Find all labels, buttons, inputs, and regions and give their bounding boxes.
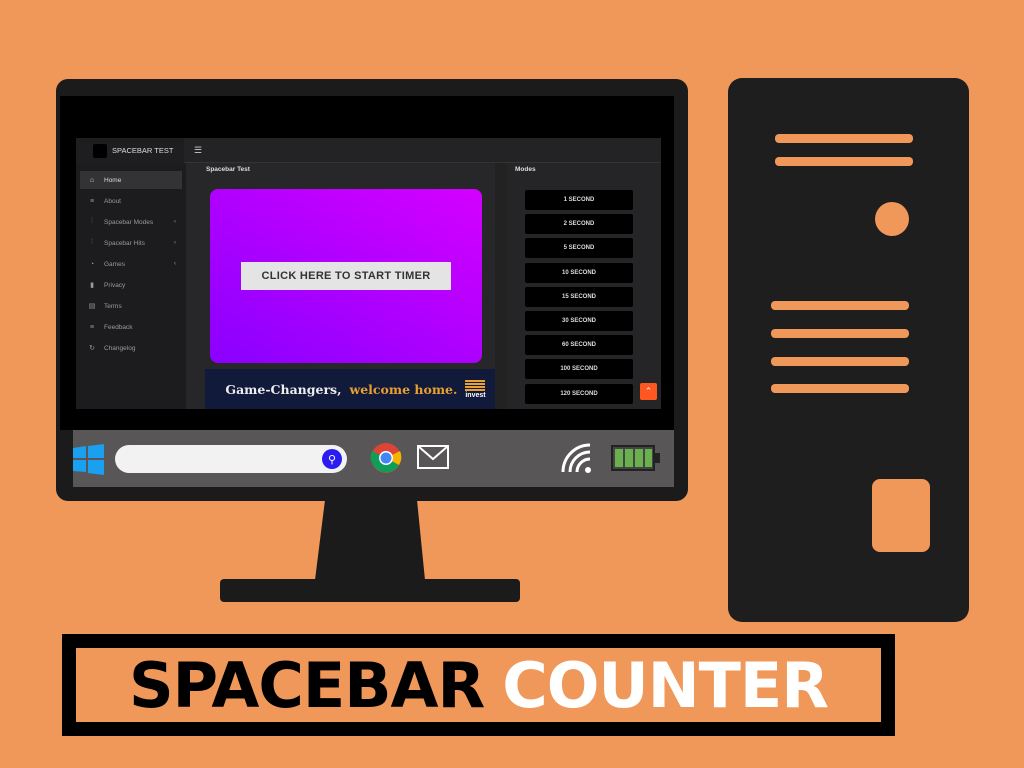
sidebar: ⌂ Home ≡ About ⫶ Spacebar Modes ‹ ⫶ Spacebar Hit… (76, 163, 186, 409)
spacebar-test-app: SPACEBAR TEST ☰ ⌂ Home ≡ About ⫶ Spacebar Mod… (76, 138, 661, 409)
modes-title: Modes (515, 166, 536, 173)
wifi-icon[interactable] (560, 442, 594, 474)
mode-button[interactable]: 100 SECOND (525, 359, 633, 380)
logo (93, 143, 107, 158)
mode-button[interactable]: 5 SECOND (525, 238, 633, 259)
palette-icon: ◔ (89, 260, 95, 268)
sidebar-item-label: Changelog (104, 344, 136, 352)
sidebar-item-label: Privacy (104, 281, 126, 289)
mode-button[interactable]: 10 SECOND (525, 262, 633, 283)
mail-icon[interactable] (417, 445, 449, 469)
sliders-icon: ⫶ (91, 218, 93, 225)
brand-name: SPACEBAR TEST (112, 146, 174, 155)
sidebar-item-label: Home (104, 176, 122, 184)
search-input[interactable]: ⚲ (115, 445, 347, 473)
sidebar-item-about[interactable]: ≡ About (80, 192, 182, 210)
sidebar-item-label: Spacebar Modes (104, 218, 154, 226)
mode-button[interactable]: 30 SECOND (525, 311, 633, 331)
mode-button[interactable]: 1 SECOND (525, 190, 633, 210)
power-button (875, 202, 909, 236)
refresh-icon: ↻ (89, 345, 95, 352)
ad-text-highlight: welcome home. (349, 381, 458, 397)
sidebar-item-privacy[interactable]: ▮ Privacy (80, 276, 182, 294)
sidebar-item-feedback[interactable]: ≡ Feedback (80, 318, 182, 336)
scroll-top-button[interactable]: ⌃ (640, 383, 657, 400)
chevron-left-icon: ‹ (174, 240, 176, 246)
list-icon: ≡ (89, 323, 95, 331)
main-title: Spacebar Test (206, 166, 250, 173)
windows-icon[interactable] (73, 444, 104, 475)
banner-word-counter: COUNTER (502, 648, 829, 722)
sidebar-item-spacebar-modes[interactable]: ⫶ Spacebar Modes ‹ (80, 213, 182, 231)
banner-word-spacebar: SPACEBAR (128, 648, 485, 722)
scrollbar[interactable] (495, 163, 507, 409)
lock-icon: ▮ (90, 282, 94, 289)
sidebar-item-label: Terms (104, 302, 122, 310)
battery-icon (611, 445, 660, 471)
taskbar: ⚲ (73, 430, 674, 487)
mode-button[interactable]: 120 SECOND (525, 383, 633, 404)
monitor-stand (220, 500, 520, 602)
sliders-icon: ⫶ (91, 239, 93, 246)
pc-tower (728, 78, 969, 622)
invest-logo: invest (465, 379, 486, 399)
ad-text: Game-Changers, (225, 381, 342, 397)
sidebar-item-spacebar-hits[interactable]: ⫶ Spacebar Hits ‹ (80, 234, 182, 252)
mode-button[interactable]: 15 SECOND (525, 286, 633, 307)
app-header: SPACEBAR TEST ☰ (76, 138, 661, 163)
start-timer-button[interactable]: CLICK HERE TO START TIMER (241, 262, 451, 290)
sidebar-item-label: Spacebar Hits (104, 239, 145, 247)
list-icon: ≡ (89, 197, 95, 205)
home-icon: ⌂ (89, 176, 95, 184)
sidebar-item-games[interactable]: ◔ Games ‹ (80, 255, 182, 273)
modes-panel: Modes 1 SECOND 2 SECOND 5 SECOND 10 SECOND 1… (507, 163, 661, 409)
sidebar-item-home[interactable]: ⌂ Home (80, 171, 182, 189)
hamburger-icon[interactable]: ☰ (194, 145, 202, 156)
ad-banner[interactable]: Game-Changers, welcome home. invest (205, 369, 506, 409)
file-icon: ▤ (88, 303, 96, 310)
sidebar-item-label: About (104, 197, 121, 205)
search-icon[interactable]: ⚲ (322, 449, 342, 469)
chrome-icon[interactable] (370, 442, 402, 474)
brand[interactable]: SPACEBAR TEST (76, 138, 184, 163)
sidebar-item-label: Games (104, 260, 125, 268)
sidebar-item-label: Feedback (104, 323, 133, 331)
sidebar-item-changelog[interactable]: ↻ Changelog (80, 339, 182, 357)
chevron-left-icon: ‹ (174, 261, 176, 267)
mode-button[interactable]: 2 SECOND (525, 214, 633, 235)
chevron-left-icon: ‹ (174, 219, 176, 225)
drive-slot (872, 479, 930, 552)
mode-button[interactable]: 60 SECOND (525, 335, 633, 356)
sidebar-item-terms[interactable]: ▤ Terms (80, 297, 182, 315)
title-banner: SPACEBAR COUNTER (62, 634, 895, 736)
timer-panel: CLICK HERE TO START TIMER (210, 189, 482, 363)
